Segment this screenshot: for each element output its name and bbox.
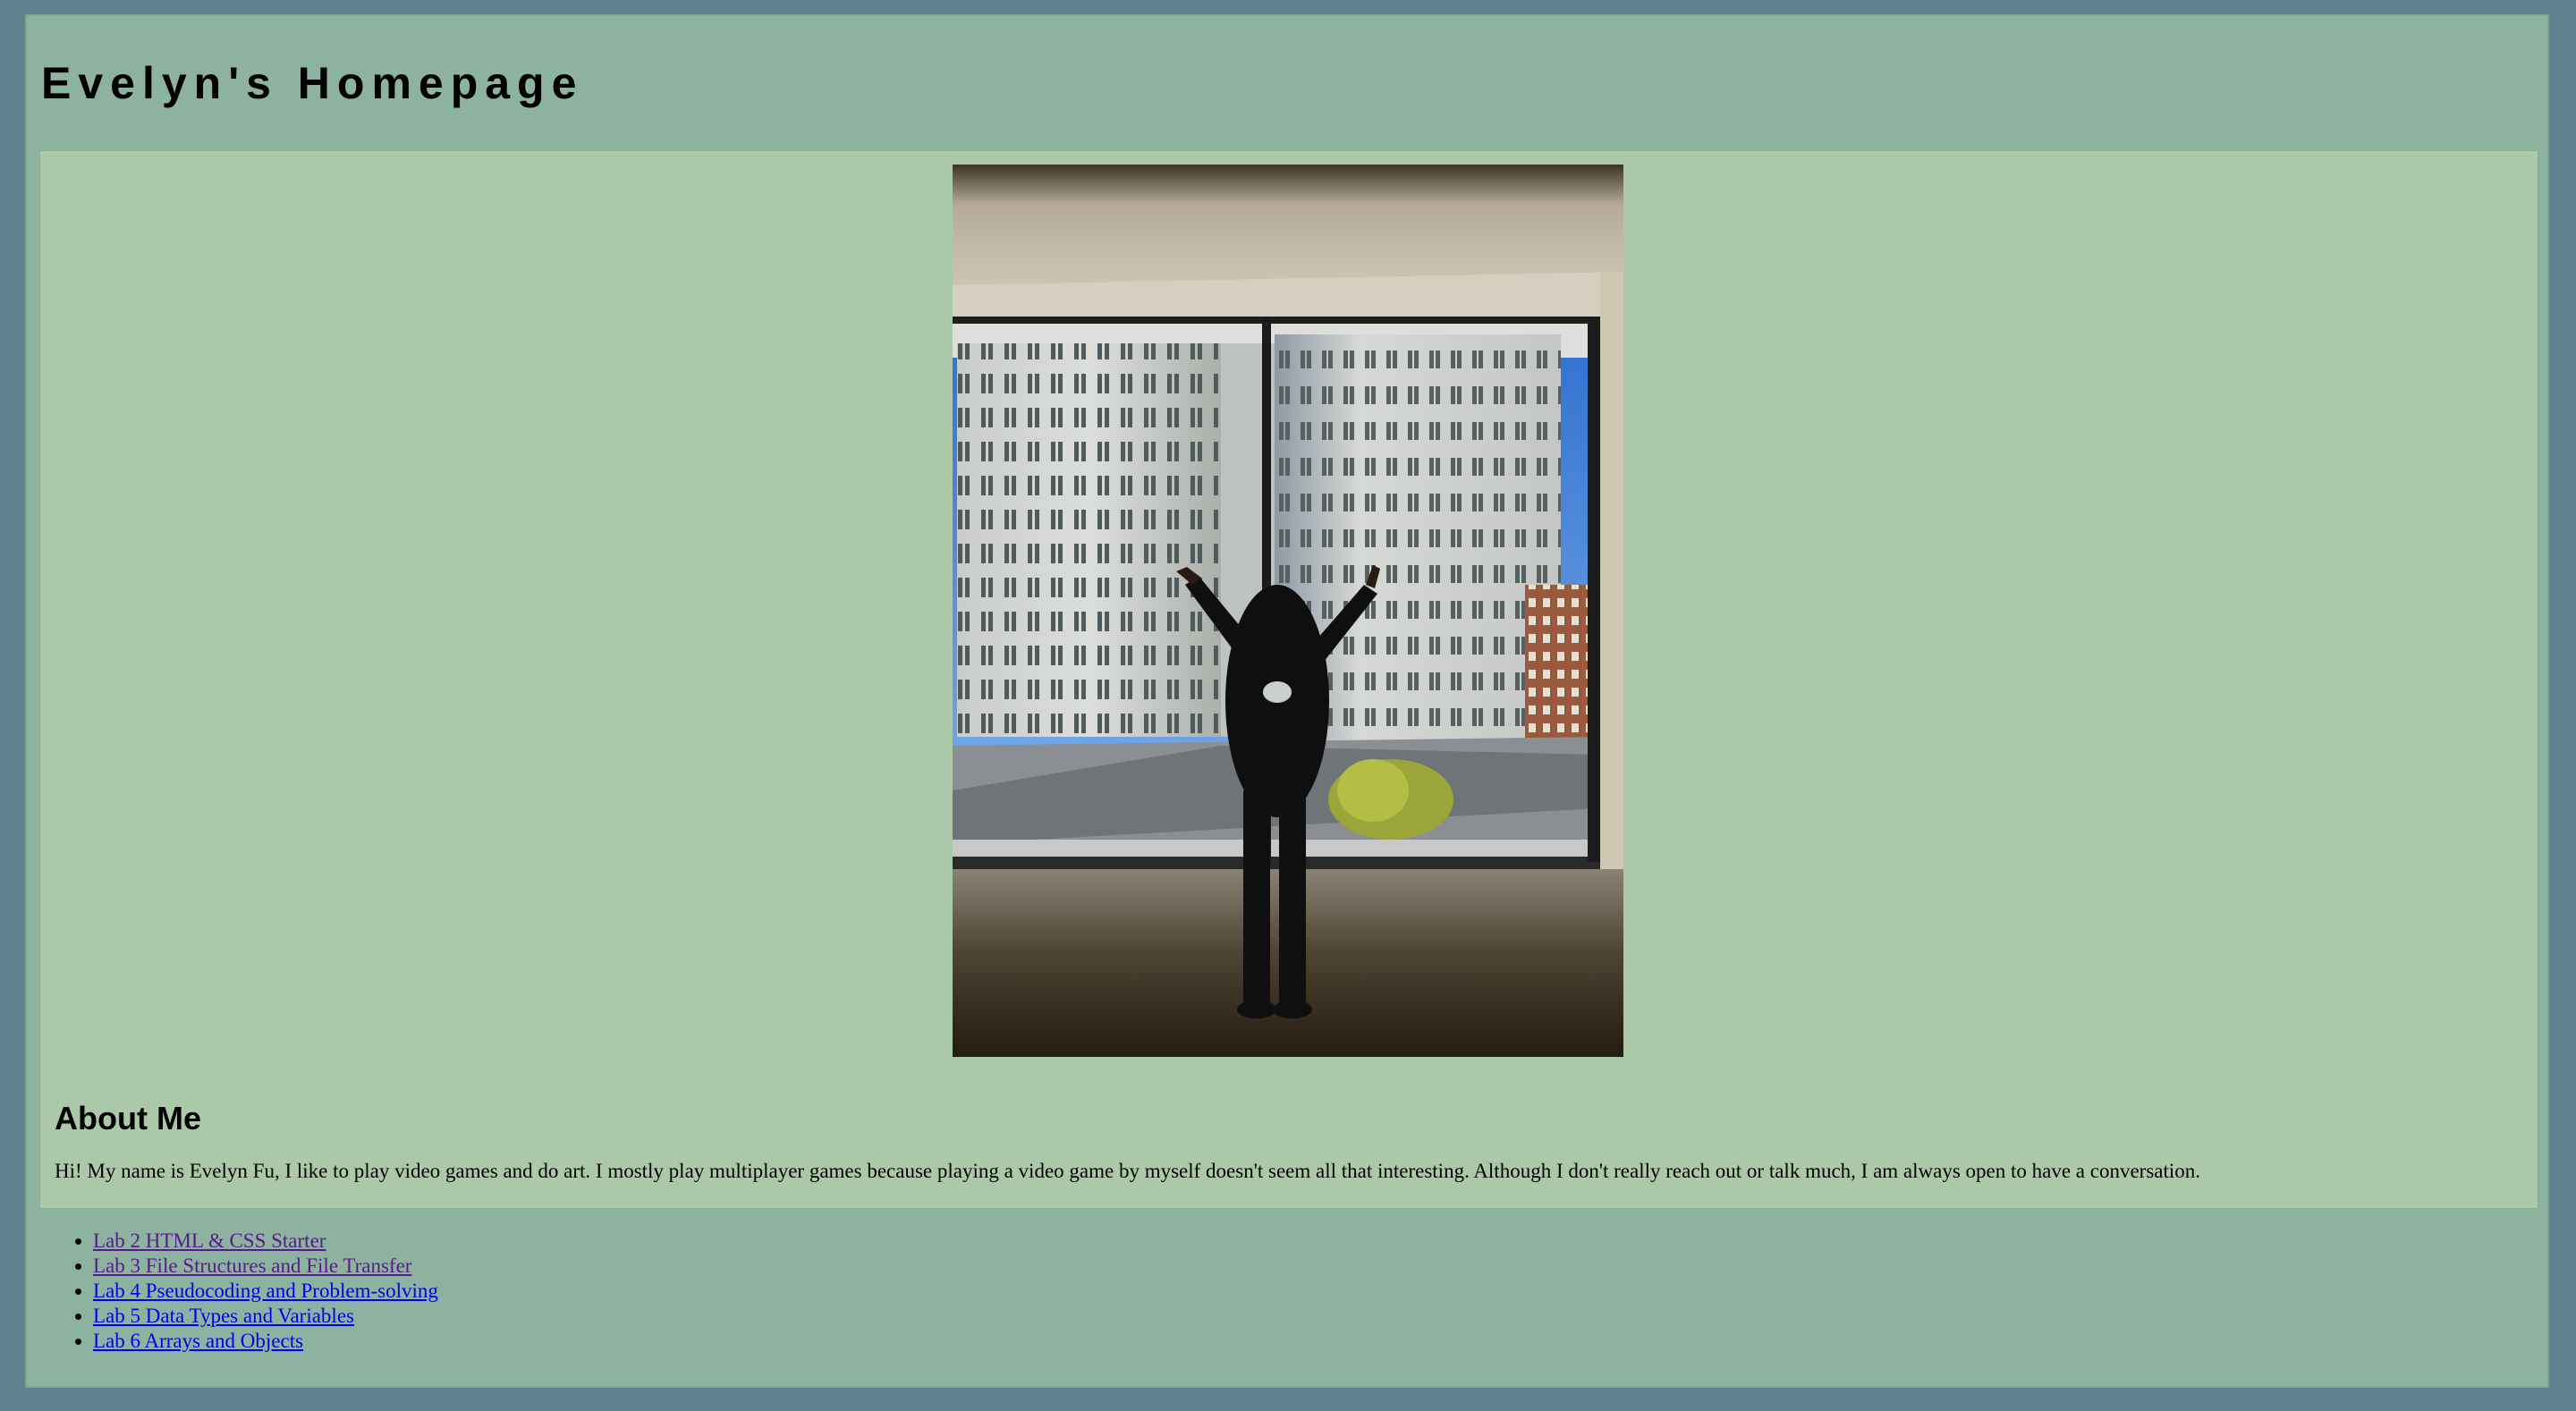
lab-2-link[interactable]: Lab 2 HTML & CSS Starter xyxy=(93,1229,326,1252)
lab-links-list: Lab 2 HTML & CSS Starter Lab 3 File Stru… xyxy=(63,1229,438,1354)
list-item: Lab 3 File Structures and File Transfer xyxy=(93,1254,438,1279)
about-text: Hi! My name is Evelyn Fu, I like to play… xyxy=(55,1160,2201,1182)
lab-6-link[interactable]: Lab 6 Arrays and Objects xyxy=(93,1330,303,1352)
lab-4-link[interactable]: Lab 4 Pseudocoding and Problem-solving xyxy=(93,1280,438,1302)
lab-3-link[interactable]: Lab 3 File Structures and File Transfer xyxy=(93,1255,411,1277)
list-item: Lab 5 Data Types and Variables xyxy=(93,1304,438,1329)
list-item: Lab 2 HTML & CSS Starter xyxy=(93,1229,438,1254)
about-section: About Me Hi! My name is Evelyn Fu, I lik… xyxy=(39,150,2538,1209)
lab-5-link[interactable]: Lab 5 Data Types and Variables xyxy=(93,1305,354,1327)
page-container: Evelyn's Homepage About Me Hi! My name i… xyxy=(25,14,2549,1388)
profile-photo xyxy=(953,165,1623,1057)
list-item: Lab 6 Arrays and Objects xyxy=(93,1329,438,1354)
about-heading: About Me xyxy=(55,1100,201,1136)
list-item: Lab 4 Pseudocoding and Problem-solving xyxy=(93,1279,438,1304)
page-title: Evelyn's Homepage xyxy=(41,58,584,108)
